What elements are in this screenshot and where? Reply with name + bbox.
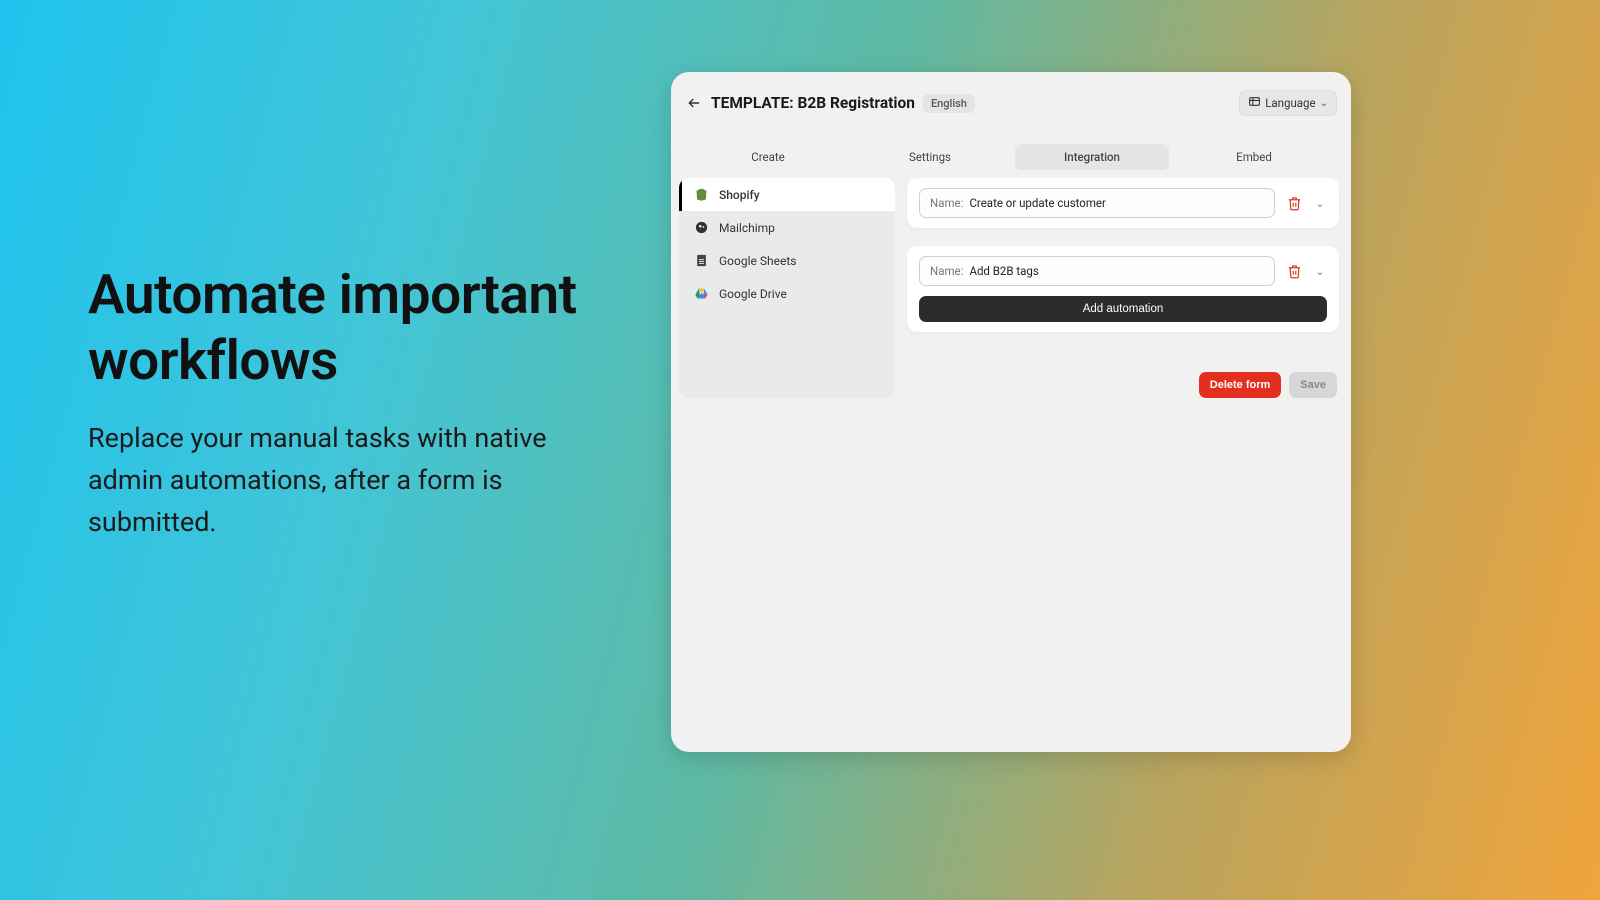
language-selector[interactable]: Language ⌄ <box>1239 90 1337 116</box>
trash-icon[interactable] <box>1285 194 1303 212</box>
automation-name-field[interactable]: Name: <box>919 188 1275 218</box>
marketing-headline: Automate important workflows <box>88 262 628 394</box>
chevron-down-icon[interactable]: ⌄ <box>1313 197 1327 210</box>
chevron-down-icon[interactable]: ⌄ <box>1313 265 1327 278</box>
google-drive-icon <box>694 286 709 301</box>
tab-settings[interactable]: Settings <box>853 144 1007 170</box>
mailchimp-icon <box>694 220 709 235</box>
sidebar-item-label: Mailchimp <box>719 221 775 235</box>
shopify-icon <box>694 187 709 202</box>
name-label: Name: <box>930 196 963 210</box>
tab-integration[interactable]: Integration <box>1015 144 1169 170</box>
globe-icon <box>1248 95 1261 111</box>
trash-icon[interactable] <box>1285 262 1303 280</box>
admin-window: TEMPLATE: B2B Registration English Langu… <box>671 72 1351 752</box>
back-arrow-icon[interactable] <box>685 94 703 112</box>
name-label: Name: <box>930 264 963 278</box>
save-button[interactable]: Save <box>1289 372 1337 398</box>
sidebar-item-google-drive[interactable]: Google Drive <box>679 277 895 310</box>
sidebar-item-shopify[interactable]: Shopify <box>679 178 895 211</box>
sidebar-item-mailchimp[interactable]: Mailchimp <box>679 211 895 244</box>
language-badge: English <box>923 94 975 113</box>
page-title: TEMPLATE: B2B Registration <box>711 94 915 112</box>
automation-name-input[interactable] <box>969 264 1264 278</box>
footer-actions: Delete form Save <box>907 372 1339 398</box>
admin-header: TEMPLATE: B2B Registration English Langu… <box>671 72 1351 116</box>
tab-embed[interactable]: Embed <box>1177 144 1331 170</box>
automation-name-input[interactable] <box>969 196 1264 210</box>
sidebar-item-label: Google Drive <box>719 287 787 301</box>
chevron-down-icon: ⌄ <box>1320 98 1328 109</box>
add-automation-button[interactable]: Add automation <box>919 296 1327 322</box>
automation-name-field[interactable]: Name: <box>919 256 1275 286</box>
language-selector-label: Language <box>1265 96 1315 110</box>
marketing-subhead: Replace your manual tasks with native ad… <box>88 418 628 544</box>
delete-form-button[interactable]: Delete form <box>1199 372 1282 398</box>
tab-create[interactable]: Create <box>691 144 845 170</box>
integration-sidebar: Shopify Mailchimp Google Sheets Google D… <box>679 178 895 398</box>
sidebar-item-label: Shopify <box>719 188 760 202</box>
sidebar-item-google-sheets[interactable]: Google Sheets <box>679 244 895 277</box>
automation-card: Name: ⌄ Add automation <box>907 246 1339 332</box>
automation-card: Name: ⌄ <box>907 178 1339 228</box>
sidebar-item-label: Google Sheets <box>719 254 796 268</box>
main-panel: Name: ⌄ Name: ⌄ <box>907 178 1339 398</box>
google-sheets-icon <box>694 253 709 268</box>
tabs: Create Settings Integration Embed <box>671 116 1351 178</box>
